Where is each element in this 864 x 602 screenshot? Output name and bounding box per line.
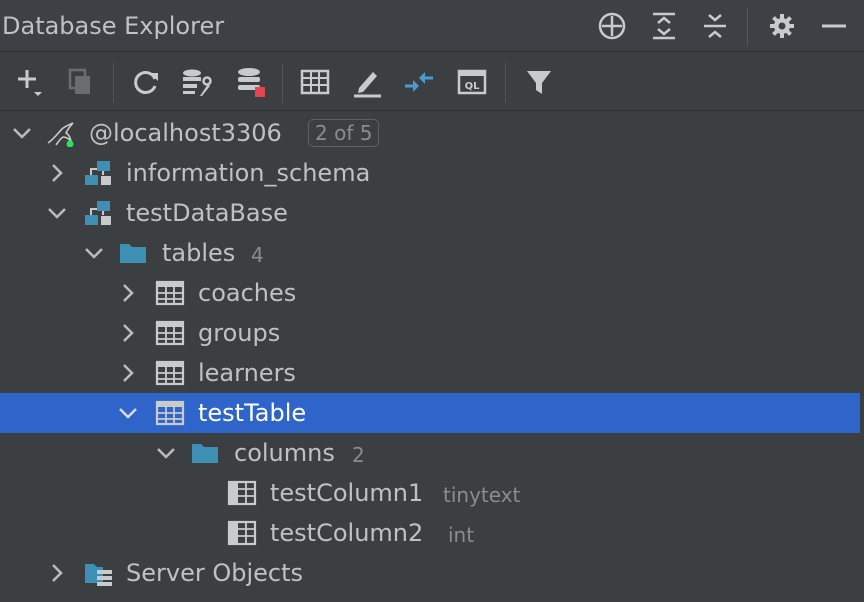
svg-text:QL: QL bbox=[465, 81, 481, 92]
chevron-right-icon[interactable] bbox=[45, 561, 69, 585]
schema-label: information_schema bbox=[126, 159, 371, 187]
column-label: testColumn2 bbox=[270, 519, 424, 547]
tree-node-column-testcolumn2[interactable]: testColumn2 int bbox=[0, 513, 860, 553]
tree-node-server-objects[interactable]: Server Objects bbox=[0, 553, 860, 593]
title-bar: Database Explorer bbox=[0, 0, 864, 52]
tree-node-information-schema[interactable]: information_schema bbox=[0, 153, 860, 193]
tree-node-testdatabase[interactable]: testDataBase bbox=[0, 193, 860, 233]
table-view-icon[interactable] bbox=[298, 65, 332, 99]
database-label: testDataBase bbox=[126, 199, 288, 227]
tree-node-table-learners[interactable]: learners bbox=[0, 353, 860, 393]
schema-icon bbox=[85, 201, 111, 225]
expand-all-icon[interactable] bbox=[648, 10, 680, 42]
tree-node-table-testtable[interactable]: testTable bbox=[0, 393, 860, 433]
tables-count: 4 bbox=[251, 243, 264, 267]
toolbar: QL bbox=[0, 53, 864, 111]
chevron-right-icon[interactable] bbox=[116, 361, 140, 385]
jump-to-source-icon[interactable] bbox=[402, 65, 436, 99]
tree-node-connection[interactable]: @localhost3306 2 of 5 bbox=[0, 113, 860, 153]
folder-icon bbox=[120, 244, 146, 263]
toolbar-separator bbox=[113, 63, 114, 103]
chevron-right-icon[interactable] bbox=[116, 281, 140, 305]
table-icon bbox=[155, 280, 185, 306]
columns-count: 2 bbox=[352, 443, 365, 467]
column-icon bbox=[227, 480, 257, 506]
chevron-down-icon[interactable] bbox=[154, 441, 178, 465]
gear-icon[interactable] bbox=[766, 10, 798, 42]
refresh-icon[interactable] bbox=[129, 65, 163, 99]
column-type: int bbox=[448, 523, 475, 547]
column-type: tinytext bbox=[443, 483, 521, 507]
folder-label: tables bbox=[162, 239, 236, 267]
table-icon bbox=[155, 360, 185, 386]
server-objects-label: Server Objects bbox=[126, 559, 303, 587]
schema-count-badge[interactable]: 2 of 5 bbox=[308, 119, 380, 147]
edit-icon[interactable] bbox=[350, 65, 384, 99]
data-source-properties-icon[interactable] bbox=[179, 65, 213, 99]
duplicate-icon[interactable] bbox=[63, 65, 97, 99]
table-label: testTable bbox=[198, 399, 307, 427]
table-label: groups bbox=[198, 319, 281, 347]
folder-icon bbox=[192, 444, 218, 463]
server-objects-icon bbox=[85, 564, 112, 586]
tree-node-tables-folder[interactable]: tables 4 bbox=[0, 233, 860, 273]
mysql-dolphin-icon bbox=[47, 122, 74, 147]
chevron-down-icon[interactable] bbox=[10, 121, 34, 145]
chevron-down-icon[interactable] bbox=[116, 401, 140, 425]
table-icon bbox=[155, 400, 185, 426]
connection-label: @localhost3306 bbox=[89, 119, 282, 147]
table-label: learners bbox=[198, 359, 296, 387]
collapse-all-icon[interactable] bbox=[699, 10, 731, 42]
tree-node-column-testcolumn1[interactable]: testColumn1 tinytext bbox=[0, 473, 860, 513]
chevron-down-icon[interactable] bbox=[82, 241, 106, 265]
column-label: testColumn1 bbox=[270, 479, 424, 507]
minimize-icon[interactable] bbox=[818, 10, 850, 42]
add-icon[interactable] bbox=[13, 65, 47, 99]
query-console-icon[interactable]: QL bbox=[455, 65, 489, 99]
tree-node-table-groups[interactable]: groups bbox=[0, 313, 860, 353]
window-title: Database Explorer bbox=[2, 12, 225, 40]
tree-node-table-coaches[interactable]: coaches bbox=[0, 273, 860, 313]
toolbar-separator bbox=[282, 63, 283, 103]
chevron-down-icon[interactable] bbox=[45, 201, 69, 225]
chevron-right-icon[interactable] bbox=[45, 161, 69, 185]
locate-icon[interactable] bbox=[596, 10, 628, 42]
column-icon bbox=[227, 520, 257, 546]
disconnect-icon[interactable] bbox=[234, 65, 268, 99]
toolbar-separator bbox=[505, 63, 506, 103]
schema-icon bbox=[85, 161, 111, 185]
table-label: coaches bbox=[198, 279, 297, 307]
chevron-right-icon[interactable] bbox=[116, 321, 140, 345]
title-separator bbox=[747, 8, 748, 46]
folder-label: columns bbox=[234, 439, 335, 467]
tree-node-columns-folder[interactable]: columns 2 bbox=[0, 433, 860, 473]
table-icon bbox=[155, 320, 185, 346]
filter-icon[interactable] bbox=[522, 65, 556, 99]
